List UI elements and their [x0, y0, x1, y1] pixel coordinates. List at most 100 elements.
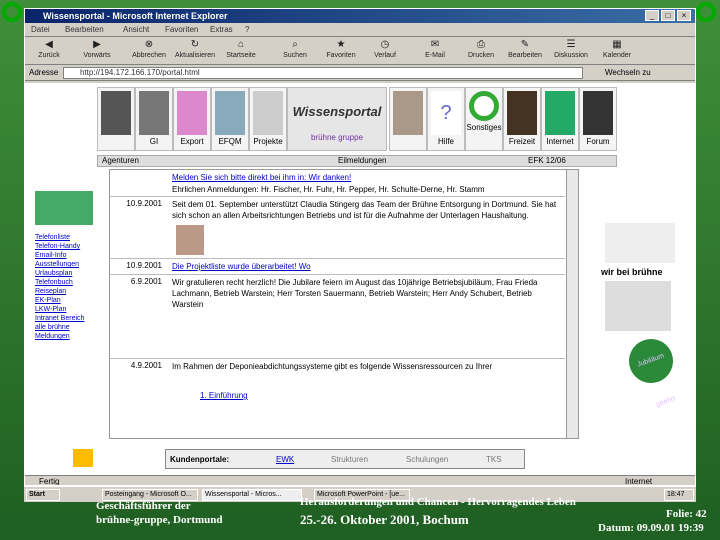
- arrow-right-icon: ▶: [93, 39, 101, 50]
- calendar-icon: ▦: [612, 39, 622, 50]
- go-button[interactable]: Wechseln zu: [605, 68, 651, 77]
- mail-button[interactable]: ✉ E-Mail: [415, 39, 455, 65]
- star-icon: ★: [336, 39, 346, 50]
- sidebar-link[interactable]: Telefonliste: [35, 233, 99, 242]
- discuss-icon: ☰: [566, 39, 576, 50]
- person-card: [605, 281, 671, 331]
- sidebar-link[interactable]: Email-Info: [35, 251, 99, 260]
- portal-tile[interactable]: GI: [135, 87, 173, 151]
- menu-file[interactable]: Datei: [31, 25, 50, 34]
- refresh-icon: ↻: [190, 39, 200, 50]
- sidebar-link[interactable]: Reiseplan: [35, 287, 99, 296]
- history-icon: ◷: [380, 39, 390, 50]
- brand-subtitle: brühne gruppe: [310, 133, 364, 142]
- footer-presenter-line1: Geschäftsführer der: [96, 500, 191, 512]
- refresh-button[interactable]: ↻ Aktualisieren: [175, 39, 215, 65]
- menu-bar: Datei Bearbeiten Ansicht Favoriten Extra…: [25, 23, 695, 37]
- news-row: 4.9.2001 Im Rahmen der Deponieabdichtung…: [110, 358, 565, 386]
- news-row: Ehrlichen Anmeldungen: Hr. Fischer, Hr. …: [172, 185, 485, 194]
- minimize-button[interactable]: _: [645, 10, 659, 21]
- portal-tile[interactable]: Projekte: [249, 87, 287, 151]
- portal-tile[interactable]: Internet: [541, 87, 579, 151]
- truck-image: [605, 223, 675, 263]
- sub-bar: Agenturen Eilmeldungen EFK 12/06: [97, 155, 617, 167]
- sidebar-link[interactable]: Telefon-Handy: [35, 242, 99, 251]
- footer-event-line1: Herausforderungen und Chancen - Hervorra…: [300, 496, 576, 508]
- menu-view[interactable]: Ansicht: [123, 25, 149, 34]
- history-button[interactable]: ◷ Verlauf: [365, 39, 405, 65]
- home-button[interactable]: ⌂ Startseite: [221, 39, 261, 65]
- stop-button[interactable]: ⊗ Abbrechen: [129, 39, 169, 65]
- page-content: GI Export EFQM Projekte Wissensportal br…: [25, 83, 695, 475]
- sidebar-link[interactable]: alle brühne Meldungen: [35, 323, 99, 341]
- print-button[interactable]: ⎙ Drucken: [461, 39, 501, 65]
- person-photo: [176, 225, 204, 255]
- status-bar: Fertig Internet: [25, 475, 695, 486]
- discuss-button[interactable]: ☰ Diskussion: [551, 39, 591, 65]
- address-bar: Adresse http://194.172.166.170/portal.ht…: [25, 65, 695, 81]
- footer-slide-number: Folie: 42: [666, 508, 707, 520]
- address-input[interactable]: http://194.172.166.170/portal.html: [63, 67, 583, 79]
- arrow-left-icon: ◀: [45, 39, 53, 50]
- news-panel: Melden Sie sich bitte direkt bei ihm in:…: [109, 169, 579, 439]
- portal-tile[interactable]: Forum: [579, 87, 617, 151]
- portal-tile[interactable]: Export: [173, 87, 211, 151]
- mail-icon: ✉: [430, 39, 440, 50]
- portal-tile[interactable]: Sonstiges: [465, 87, 503, 151]
- portal-tile[interactable]: Freizeit: [503, 87, 541, 151]
- folder-icon[interactable]: [73, 449, 93, 467]
- sidebar: Telefonliste Telefon-Handy Email-Info Au…: [35, 191, 99, 341]
- sidebar-link[interactable]: Urlaubsplan: [35, 269, 99, 278]
- jubilee-badge: Jubiläum geehrt: [622, 332, 680, 409]
- print-icon: ⎙: [477, 39, 485, 50]
- portal-link[interactable]: EWK: [276, 455, 294, 464]
- portal-tile[interactable]: [389, 87, 427, 151]
- address-label: Adresse: [29, 68, 59, 77]
- news-row: 6.9.2001 Wir gratulieren recht herzlich!…: [110, 274, 565, 346]
- globe-icon: [545, 91, 575, 135]
- right-caption: wir bei brühne: [601, 267, 663, 277]
- portal-tile[interactable]: EFQM: [211, 87, 249, 151]
- vertical-scrollbar[interactable]: [566, 170, 578, 438]
- sidebar-link[interactable]: Ausstellungen: [35, 260, 99, 269]
- portal-link[interactable]: TKS: [486, 455, 502, 464]
- status-text: Fertig: [39, 477, 60, 486]
- maximize-button[interactable]: □: [661, 10, 675, 21]
- toolbar: ◀ Zurück ▶ Vorwärts ⊗ Abbrechen ↻ Aktualisie…: [25, 37, 695, 65]
- menu-favorites[interactable]: Favoriten: [165, 25, 198, 34]
- brand-title: Wissensportal: [292, 104, 382, 119]
- menu-extras[interactable]: Extras: [210, 25, 233, 34]
- favorites-button[interactable]: ★ Favoriten: [321, 39, 361, 65]
- sidebar-link[interactable]: EK-Plan: [35, 296, 99, 305]
- portal-tile[interactable]: [97, 87, 135, 151]
- home-icon: ⌂: [237, 39, 245, 50]
- taskbar-task[interactable]: Wissensportal - Micros...: [202, 489, 302, 501]
- footer-event-line2: 25.-26. Oktober 2001, Bochum: [300, 512, 469, 527]
- menu-help[interactable]: ?: [245, 25, 249, 34]
- back-button[interactable]: ◀ Zurück: [29, 39, 69, 65]
- brand-logo: Wissensportal brühne gruppe: [287, 87, 387, 151]
- news-row: 10.9.2001 Seit dem 01. September unterst…: [110, 196, 565, 256]
- chart-icon: [177, 91, 207, 135]
- menu-edit[interactable]: Bearbeiten: [65, 25, 104, 34]
- sidebar-link[interactable]: LKW-Plan: [35, 305, 99, 314]
- portal-tile[interactable]: ? Hilfe: [427, 87, 465, 151]
- calendar-button[interactable]: ▦ Kalender: [597, 39, 637, 65]
- start-button[interactable]: Start: [26, 489, 60, 501]
- sidebar-photo: [35, 191, 93, 225]
- clock: 18:47: [664, 489, 694, 501]
- corner-logo-icon: [2, 2, 22, 22]
- edit-button[interactable]: ✎ Bearbeiten: [505, 39, 545, 65]
- news-row: 10.9.2001 Die Projektliste wurde überarb…: [110, 258, 565, 272]
- portal-link[interactable]: Schulungen: [406, 455, 448, 464]
- search-button[interactable]: ⌕ Suchen: [275, 39, 315, 65]
- news-row: Melden Sie sich bitte direkt bei ihm in:…: [172, 173, 352, 182]
- portal-link[interactable]: Strukturen: [331, 455, 368, 464]
- sidebar-link[interactable]: Intranet Bereich: [35, 314, 99, 323]
- stop-icon: ⊗: [144, 39, 154, 50]
- sidebar-link[interactable]: Telefonbuch: [35, 278, 99, 287]
- forward-button[interactable]: ▶ Vorwärts: [77, 39, 117, 65]
- window-title: Wissensportal - Microsoft Internet Explo…: [25, 9, 695, 23]
- corner-logo-icon: [696, 2, 716, 22]
- close-button[interactable]: ×: [677, 10, 691, 21]
